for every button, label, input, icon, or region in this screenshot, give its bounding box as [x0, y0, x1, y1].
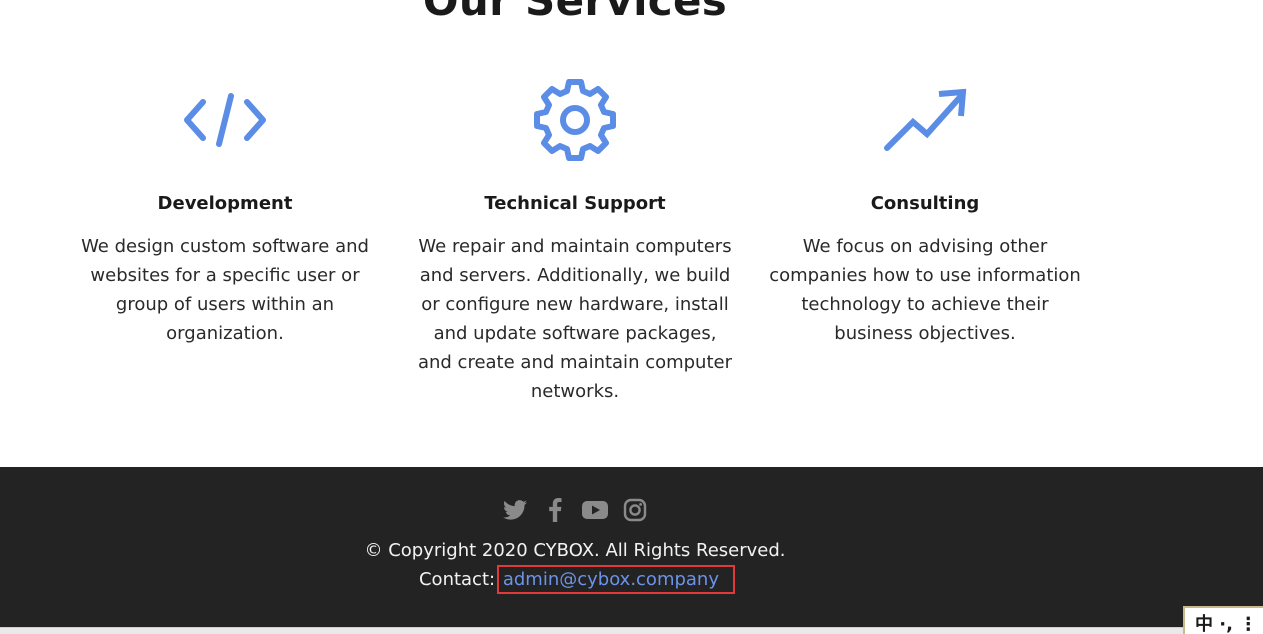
instagram-icon[interactable]: [622, 497, 648, 523]
social-links: [0, 497, 1150, 523]
copyright-text: © Copyright 2020 CYBOX. All Rights Reser…: [364, 540, 786, 561]
youtube-icon[interactable]: [582, 497, 608, 523]
gear-icon: [410, 70, 740, 170]
contact-email-link[interactable]: admin@cybox.company: [496, 565, 736, 594]
service-title: Consulting: [870, 193, 980, 214]
footer: © Copyright 2020 CYBOX. All Rights Reser…: [0, 467, 1263, 627]
code-icon: [60, 70, 390, 170]
twitter-icon[interactable]: [502, 497, 528, 523]
service-description: We design custom software and websites f…: [81, 236, 369, 344]
contact-label: Contact:: [418, 569, 496, 590]
service-consulting: Consulting We focus on advising other co…: [760, 70, 1090, 348]
browser-bottom-bar: [0, 627, 1263, 634]
section-title: Our Services: [422, 0, 728, 25]
service-title: Technical Support: [484, 193, 666, 214]
facebook-icon[interactable]: [542, 497, 568, 523]
service-description: We repair and maintain computers and ser…: [417, 236, 733, 402]
service-technical-support: Technical Support We repair and maintain…: [410, 70, 740, 406]
service-title: Development: [157, 193, 293, 214]
contact-line: Contact: admin@cybox.company: [0, 565, 1150, 594]
service-description: We focus on advising other companies how…: [769, 236, 1081, 344]
ime-toolbar[interactable]: 中 ·, ⋮: [1183, 606, 1263, 634]
service-development: Development We design custom software an…: [60, 70, 390, 348]
trending-up-icon: [760, 70, 1090, 170]
page: Our Services Development We design custo…: [0, 0, 1263, 634]
